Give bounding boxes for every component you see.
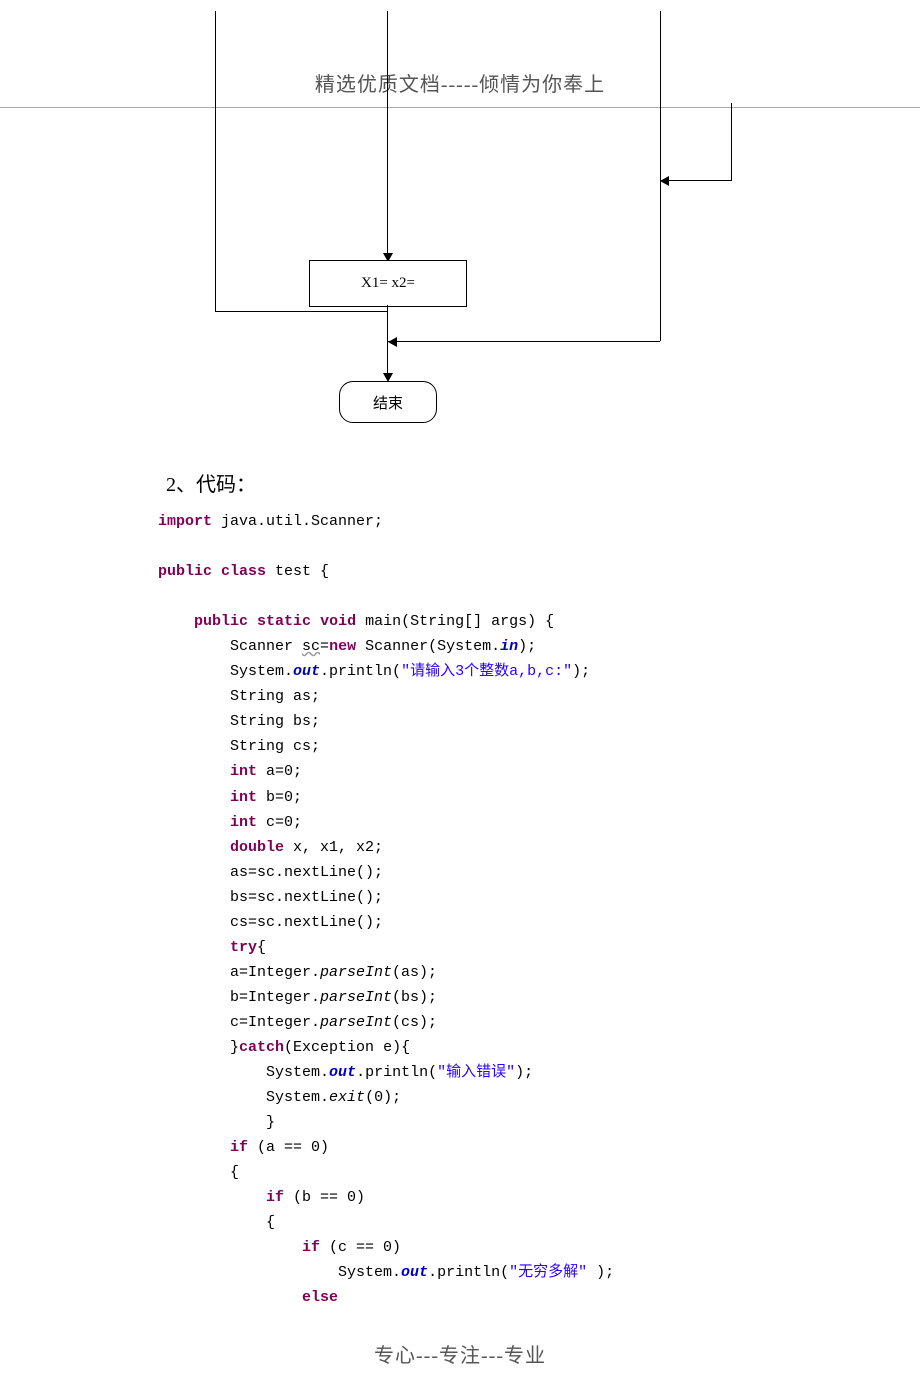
code-text: =	[320, 638, 329, 655]
code-kw: new	[329, 638, 356, 655]
code-text: b=0;	[257, 789, 302, 806]
code-text: }	[266, 1114, 275, 1131]
code-kw: if	[266, 1189, 284, 1206]
flow-line	[215, 11, 216, 311]
code-text: c=0;	[257, 814, 302, 831]
code-text: String bs;	[230, 713, 320, 730]
arrow-left-icon	[660, 176, 669, 186]
flow-line	[387, 11, 388, 255]
code-text: b=Integer.	[230, 989, 320, 1006]
code-text: );	[518, 638, 536, 655]
section-title: 2、代码：	[166, 468, 920, 497]
page-footer: 专心---专注---专业	[0, 1311, 920, 1388]
flow-box-label: X1= x2=	[361, 275, 415, 292]
code-text: .println(	[320, 663, 401, 680]
code-kw: public	[158, 563, 212, 580]
code-kw: if	[230, 1139, 248, 1156]
code-text: x, x1, x2;	[284, 839, 383, 856]
code-text: Scanner	[230, 638, 302, 655]
flow-end-label: 结束	[373, 392, 403, 413]
code-field: out	[329, 1064, 356, 1081]
code-text: (cs);	[392, 1014, 437, 1031]
code-text: System.	[338, 1264, 401, 1281]
code-text: System.	[266, 1089, 329, 1106]
code-kw: void	[320, 613, 356, 630]
code-text: (c == 0)	[320, 1239, 401, 1256]
code-text: {	[257, 939, 266, 956]
code-text: (0);	[365, 1089, 401, 1106]
code-text: cs=sc.nextLine();	[230, 914, 383, 931]
flow-line	[387, 341, 660, 342]
code-kw: import	[158, 513, 212, 530]
code-text: );	[515, 1064, 533, 1081]
flowchart-diagram: X1= x2= 结束	[0, 108, 920, 438]
flow-line	[215, 311, 387, 312]
page-header: 精选优质文档-----倾情为你奉上	[0, 0, 920, 97]
code-method: exit	[329, 1089, 365, 1106]
code-text: bs=sc.nextLine();	[230, 889, 383, 906]
code-text: String cs;	[230, 738, 320, 755]
code-method: parseInt	[320, 1014, 392, 1031]
code-text: (a == 0)	[248, 1139, 329, 1156]
code-field: in	[500, 638, 518, 655]
flow-terminator-end: 结束	[339, 381, 437, 423]
code-text: );	[587, 1264, 614, 1281]
document-page: 精选优质文档-----倾情为你奉上 X1= x2= 结束	[0, 0, 920, 1388]
code-kw: class	[221, 563, 266, 580]
code-kw: else	[302, 1289, 338, 1306]
code-text: System.	[230, 663, 293, 680]
code-text: as=sc.nextLine();	[230, 864, 383, 881]
code-text: c=Integer.	[230, 1014, 320, 1031]
code-kw: catch	[239, 1039, 284, 1056]
code-text: sc	[302, 638, 320, 655]
flow-line	[660, 180, 732, 181]
code-text	[212, 563, 221, 580]
code-text: a=0;	[257, 763, 302, 780]
code-text: System.	[266, 1064, 329, 1081]
code-kw: public	[194, 613, 248, 630]
code-text: (Exception e){	[284, 1039, 410, 1056]
flow-line	[731, 103, 732, 181]
code-kw: if	[302, 1239, 320, 1256]
code-text: main(String[] args) {	[356, 613, 554, 630]
code-field: out	[293, 663, 320, 680]
code-string: "请输入3个整数a,b,c:"	[401, 663, 572, 680]
code-text: (b == 0)	[284, 1189, 365, 1206]
code-kw: double	[230, 839, 284, 856]
code-kw: int	[230, 763, 257, 780]
code-kw: try	[230, 939, 257, 956]
code-method: parseInt	[320, 989, 392, 1006]
flow-box-x1x2: X1= x2=	[309, 260, 467, 307]
code-text: (bs);	[392, 989, 437, 1006]
code-method: parseInt	[320, 964, 392, 981]
code-text: {	[230, 1164, 239, 1181]
arrow-left-icon	[388, 337, 397, 347]
code-string: "无穷多解"	[509, 1264, 587, 1281]
code-block: import java.util.Scanner; public class t…	[158, 509, 920, 1311]
code-text	[248, 613, 257, 630]
code-text: .println(	[356, 1064, 437, 1081]
header-text: 精选优质文档-----倾情为你奉上	[315, 74, 605, 96]
code-text: );	[572, 663, 590, 680]
code-kw: static	[257, 613, 311, 630]
code-text: (as);	[392, 964, 437, 981]
code-text: .println(	[428, 1264, 509, 1281]
code-string: "输入错误"	[437, 1064, 515, 1081]
code-text: a=Integer.	[230, 964, 320, 981]
code-field: out	[401, 1264, 428, 1281]
code-kw: int	[230, 814, 257, 831]
code-text: }	[230, 1039, 239, 1056]
flow-line	[387, 341, 388, 376]
code-kw: int	[230, 789, 257, 806]
code-text	[311, 613, 320, 630]
code-text: String as;	[230, 688, 320, 705]
code-text: Scanner(System.	[356, 638, 500, 655]
footer-text: 专心---专注---专业	[374, 1345, 546, 1367]
code-text: test {	[266, 563, 329, 580]
section-title-text: 2、代码：	[166, 474, 256, 496]
code-text: {	[266, 1214, 275, 1231]
code-text: java.util.Scanner;	[212, 513, 383, 530]
